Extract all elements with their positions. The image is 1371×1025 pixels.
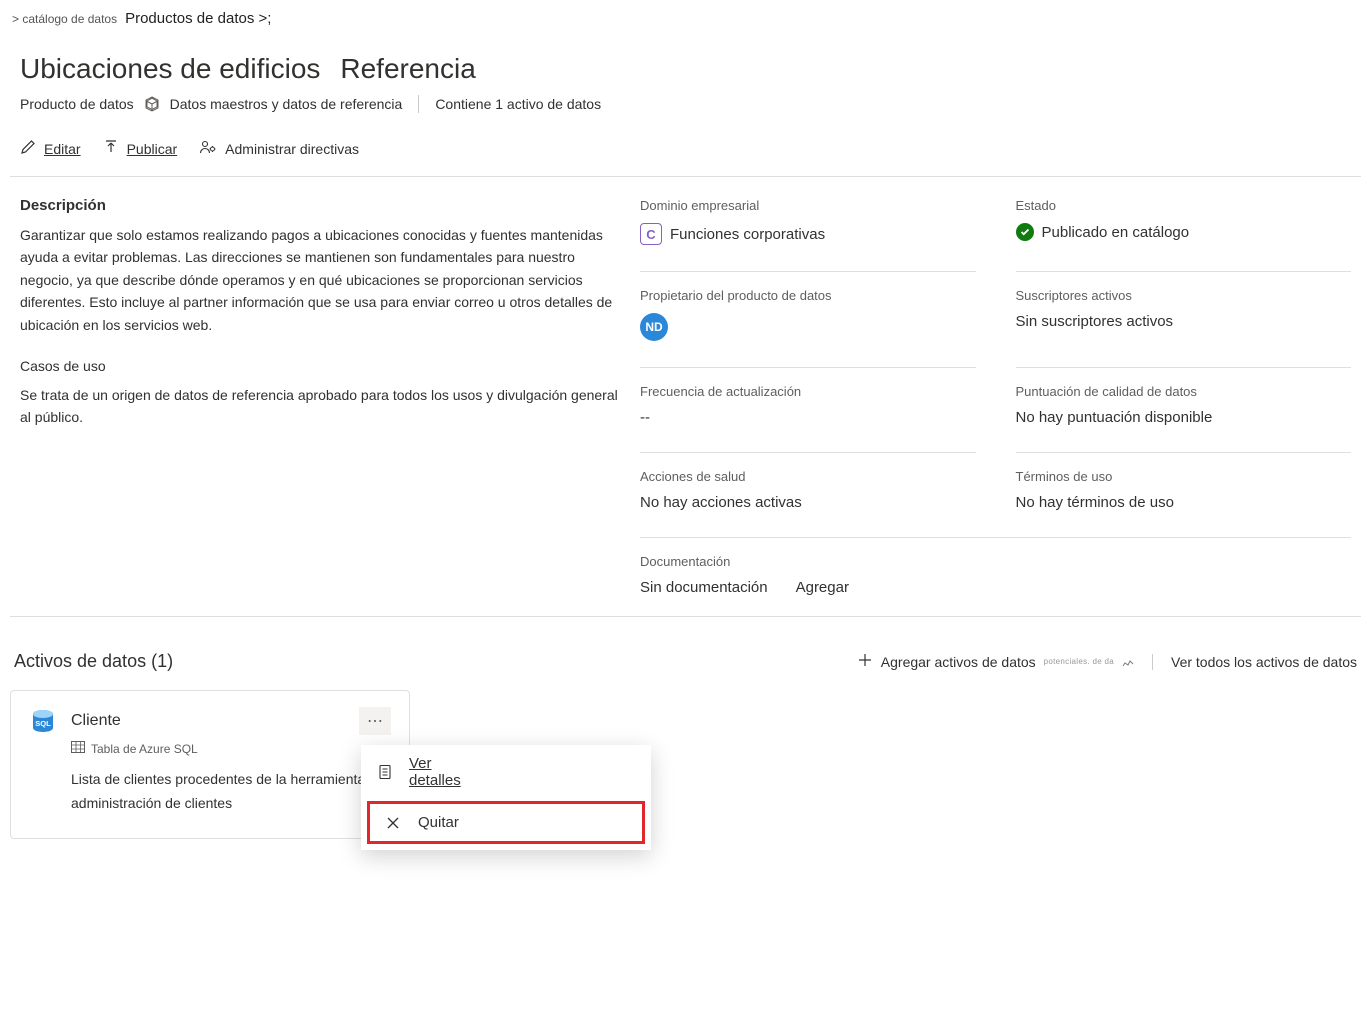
domain-cell: Dominio empresarial C Funciones corporat… — [640, 197, 976, 245]
pencil-icon — [20, 139, 36, 158]
check-circle-icon — [1016, 223, 1034, 241]
docs-value: Sin documentación — [640, 579, 768, 596]
asset-type: Tabla de Azure SQL — [91, 742, 198, 756]
svg-text:SQL: SQL — [35, 719, 51, 728]
status-value: Publicado en catálogo — [1042, 224, 1190, 241]
domain-label: Dominio empresarial — [640, 198, 976, 213]
quality-label: Puntuación de calidad de datos — [1016, 384, 1352, 399]
add-assets-sublabel: potenciales. de da — [1044, 657, 1114, 666]
document-icon — [377, 764, 395, 780]
cube-icon — [144, 96, 160, 112]
reference-badge: Referencia — [340, 53, 475, 85]
assets-title: Activos de datos (1) — [14, 651, 173, 672]
manage-policies-button[interactable]: Administrar directivas — [199, 139, 359, 158]
asset-card: SQL Cliente ⋯ Tabla de Azure SQL Lista d… — [10, 690, 410, 839]
plus-icon — [857, 652, 873, 671]
contains-label: Contiene 1 activo de datos — [435, 96, 601, 112]
frequency-cell: Frecuencia de actualización -- — [640, 367, 976, 426]
edit-button[interactable]: Editar — [20, 139, 81, 158]
context-menu: Ver detalles Quitar — [361, 745, 651, 850]
person-gear-icon — [199, 139, 217, 158]
use-cases-text: Se trata de un origen de datos de refere… — [20, 384, 620, 429]
type-label: Datos maestros y datos de referencia — [170, 96, 403, 112]
health-label: Acciones de salud — [640, 469, 976, 484]
add-assets-button[interactable]: Agregar activos de datos potenciales. de… — [857, 652, 1134, 671]
edit-label: Editar — [44, 141, 81, 157]
remove-menu-item[interactable]: Quitar — [367, 801, 645, 844]
breadcrumb-products[interactable]: Productos de datos >; — [125, 10, 271, 27]
frequency-value: -- — [640, 409, 976, 426]
toolbar: Editar Publicar Administrar directivas — [0, 125, 1371, 176]
publish-button[interactable]: Publicar — [103, 139, 178, 158]
close-icon — [386, 816, 404, 830]
quality-cell: Puntuación de calidad de datos No hay pu… — [1016, 367, 1352, 426]
status-label: Estado — [1016, 198, 1352, 213]
view-details-label: Ver detalles — [409, 755, 461, 789]
description-text: Garantizar que solo estamos realizando p… — [20, 224, 620, 336]
terms-cell: Términos de uso No hay términos de uso — [1016, 452, 1352, 511]
publish-label: Publicar — [127, 141, 178, 157]
terms-value: No hay términos de uso — [1016, 494, 1352, 511]
domain-value[interactable]: Funciones corporativas — [670, 226, 825, 243]
use-cases-label: Casos de uso — [20, 358, 620, 374]
owner-cell: Propietario del producto de datos ND — [640, 271, 976, 341]
right-column: Dominio empresarial C Funciones corporat… — [640, 197, 1351, 596]
subtitle-row: Producto de datos Datos maestros y datos… — [0, 95, 1371, 125]
divider — [418, 95, 419, 113]
asset-more-button[interactable]: ⋯ — [359, 707, 391, 735]
domain-chip-icon: C — [640, 223, 662, 245]
description-label: Descripción — [20, 197, 620, 214]
health-cell: Acciones de salud No hay acciones activa… — [640, 452, 976, 511]
terms-label: Términos de uso — [1016, 469, 1352, 484]
divider — [10, 616, 1361, 617]
table-icon — [71, 741, 85, 756]
breadcrumb: > catálogo de datos Productos de datos >… — [0, 10, 1371, 35]
more-icon: ⋯ — [367, 711, 383, 731]
breadcrumb-catalog[interactable]: > catálogo de datos — [12, 12, 117, 26]
view-details-menu-item[interactable]: Ver detalles — [361, 745, 651, 799]
add-assets-label: Agregar activos de datos — [881, 654, 1036, 670]
product-label: Producto de datos — [20, 96, 134, 112]
health-value: No hay acciones activas — [640, 494, 976, 511]
quality-value: No hay puntuación disponible — [1016, 409, 1352, 426]
subscribers-cell: Suscriptores activos Sin suscriptores ac… — [1016, 271, 1352, 341]
subscribers-label: Suscriptores activos — [1016, 288, 1352, 303]
upload-icon — [103, 139, 119, 158]
owner-label: Propietario del producto de datos — [640, 288, 976, 303]
docs-add-button[interactable]: Agregar — [796, 579, 849, 596]
docs-label: Documentación — [640, 554, 1351, 569]
frequency-label: Frecuencia de actualización — [640, 384, 976, 399]
edit-small-icon — [1122, 654, 1134, 670]
avatar[interactable]: ND — [640, 313, 668, 341]
status-cell: Estado Publicado en catálogo — [1016, 197, 1352, 245]
view-all-assets-link[interactable]: Ver todos los activos de datos — [1152, 654, 1357, 670]
sql-database-icon: SQL — [29, 707, 57, 735]
documentation-cell: Documentación Sin documentación Agregar — [640, 537, 1351, 596]
asset-name[interactable]: Cliente — [71, 712, 121, 730]
manage-policies-label: Administrar directivas — [225, 141, 359, 157]
title-row: Ubicaciones de edificios Referencia — [0, 35, 1371, 95]
asset-description: Lista de clientes procedentes de la herr… — [71, 768, 391, 816]
page-title: Ubicaciones de edificios — [20, 53, 320, 85]
remove-label: Quitar — [418, 814, 459, 831]
subscribers-value: Sin suscriptores activos — [1016, 313, 1352, 330]
assets-section: Activos de datos (1) Agregar activos de … — [0, 637, 1371, 839]
content: Descripción Garantizar que solo estamos … — [0, 177, 1371, 616]
left-column: Descripción Garantizar que solo estamos … — [20, 197, 620, 596]
